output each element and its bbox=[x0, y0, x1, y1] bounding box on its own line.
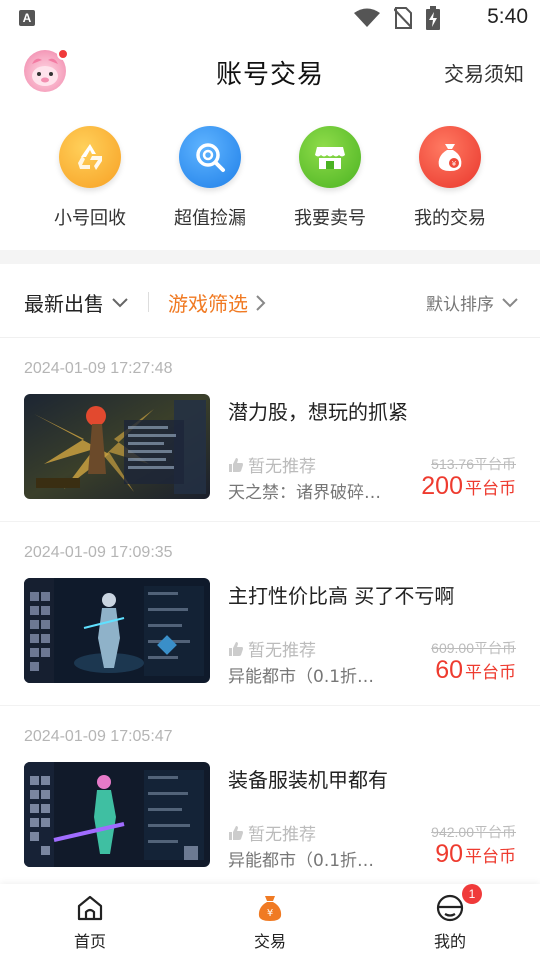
quick-action-label: 超值捡漏 bbox=[174, 208, 246, 229]
thumbs-up-icon bbox=[229, 641, 243, 656]
listing-game: 天之禁：诸界破碎（送... bbox=[228, 483, 388, 503]
quick-action-label: 我的交易 bbox=[414, 208, 486, 229]
price-value: 90 bbox=[435, 840, 463, 868]
listing-time: 2024-01-09 17:09:35 bbox=[24, 544, 173, 561]
quick-action-my-trades[interactable]: ¥ 我的交易 bbox=[390, 126, 510, 230]
game-filter-label: 游戏筛选 bbox=[168, 292, 248, 316]
svg-text:¥: ¥ bbox=[267, 908, 273, 919]
listing-item[interactable]: 2024-01-09 17:05:47 装备服装机甲都有 暂无推荐 异能都市（0… bbox=[0, 706, 540, 890]
recommend-status: 暂无推荐 bbox=[228, 636, 316, 661]
sort-label: 默认排序 bbox=[426, 295, 494, 315]
nav-trade-label: 交易 bbox=[253, 932, 286, 951]
nav-trade[interactable]: ¥ 交易 bbox=[220, 892, 320, 952]
listing-title: 潜力股，想玩的抓紧 bbox=[228, 400, 408, 424]
quick-actions: 小号回收 超值捡漏 我要卖号 ¥ 我的交易 bbox=[0, 112, 540, 242]
thumbs-up-icon bbox=[229, 825, 243, 840]
listing-game: 异能都市（0.1折抹零... bbox=[228, 851, 388, 871]
price-value: 60 bbox=[435, 656, 463, 684]
listing-title: 主打性价比高 买了不亏啊 bbox=[228, 584, 455, 608]
listing-item[interactable]: 2024-01-09 17:27:48 潜力股，想玩的抓紧 暂无推荐 天之禁：诸… bbox=[0, 338, 540, 522]
shop-icon bbox=[299, 126, 361, 188]
recommend-label: 暂无推荐 bbox=[248, 457, 316, 477]
quick-action-recycle[interactable]: 小号回收 bbox=[30, 126, 150, 230]
chevron-down-icon bbox=[112, 297, 128, 307]
wifi-icon bbox=[354, 8, 380, 27]
money-bag-icon: ¥ bbox=[419, 126, 481, 188]
chevron-right-icon bbox=[256, 294, 266, 311]
listing-price: 60 平台币 bbox=[435, 656, 516, 685]
quick-action-label: 我要卖号 bbox=[294, 208, 366, 229]
original-price: 609.00平台币 bbox=[431, 640, 516, 656]
listing-item[interactable]: 2024-01-09 17:09:35 主打性价比高 买了不亏啊 暂无推荐 异能… bbox=[0, 522, 540, 706]
recommend-label: 暂无推荐 bbox=[248, 641, 316, 661]
section-divider bbox=[0, 250, 540, 264]
header: 账号交易 交易须知 bbox=[0, 36, 540, 106]
bottom-nav: 首页 ¥ 交易 1 我的 bbox=[0, 884, 540, 960]
price-unit: 平台币 bbox=[465, 847, 516, 867]
sort-dropdown[interactable]: 默认排序 bbox=[426, 290, 518, 315]
quick-action-bargain[interactable]: 超值捡漏 bbox=[150, 126, 270, 230]
nav-profile-label: 我的 bbox=[433, 932, 466, 951]
listing-time: 2024-01-09 17:05:47 bbox=[24, 728, 173, 745]
home-icon bbox=[74, 892, 106, 924]
recycle-icon bbox=[59, 126, 121, 188]
profile-icon: 1 bbox=[434, 884, 482, 924]
magnifier-icon bbox=[179, 126, 241, 188]
trade-notice-link[interactable]: 交易须知 bbox=[444, 58, 524, 87]
quick-action-sell[interactable]: 我要卖号 bbox=[270, 126, 390, 230]
listing-price: 200 平台币 bbox=[421, 472, 516, 501]
recommend-label: 暂无推荐 bbox=[248, 825, 316, 845]
app-notification-icon: A bbox=[19, 10, 35, 26]
listing-price: 90 平台币 bbox=[435, 840, 516, 869]
nav-profile[interactable]: 1 我的 bbox=[400, 884, 500, 952]
status-icons bbox=[354, 6, 440, 30]
original-price: 942.00平台币 bbox=[431, 824, 516, 840]
battery-charging-icon bbox=[426, 6, 440, 30]
recommend-status: 暂无推荐 bbox=[228, 452, 316, 477]
listing-thumbnail bbox=[24, 762, 210, 867]
recommend-status: 暂无推荐 bbox=[228, 820, 316, 845]
listing-thumbnail bbox=[24, 394, 210, 499]
filter-separator bbox=[148, 292, 149, 312]
game-filter-link[interactable]: 游戏筛选 bbox=[168, 288, 266, 317]
status-bar: A 5:40 bbox=[0, 0, 540, 36]
no-sim-icon bbox=[394, 7, 412, 29]
price-unit: 平台币 bbox=[465, 479, 516, 499]
price-unit: 平台币 bbox=[465, 663, 516, 683]
nav-home-label: 首页 bbox=[73, 932, 106, 951]
filter-bar: 最新出售 游戏筛选 默认排序 bbox=[0, 264, 540, 338]
latest-sale-dropdown[interactable]: 最新出售 bbox=[24, 288, 128, 317]
profile-badge: 1 bbox=[462, 884, 482, 904]
svg-text:¥: ¥ bbox=[452, 160, 457, 168]
thumbs-up-icon bbox=[229, 457, 243, 472]
nav-home[interactable]: 首页 bbox=[40, 892, 140, 952]
listing-thumbnail bbox=[24, 578, 210, 683]
price-value: 200 bbox=[421, 472, 463, 500]
listing-time: 2024-01-09 17:27:48 bbox=[24, 360, 173, 377]
quick-action-label: 小号回收 bbox=[54, 208, 126, 229]
chevron-down-icon bbox=[502, 297, 518, 307]
listing-game: 异能都市（0.1折抹零... bbox=[228, 667, 388, 687]
original-price: 513.76平台币 bbox=[431, 456, 516, 472]
status-time: 5:40 bbox=[487, 5, 528, 28]
trade-bag-icon: ¥ bbox=[254, 892, 286, 924]
latest-sale-label: 最新出售 bbox=[24, 292, 104, 316]
listing-title: 装备服装机甲都有 bbox=[228, 768, 388, 792]
